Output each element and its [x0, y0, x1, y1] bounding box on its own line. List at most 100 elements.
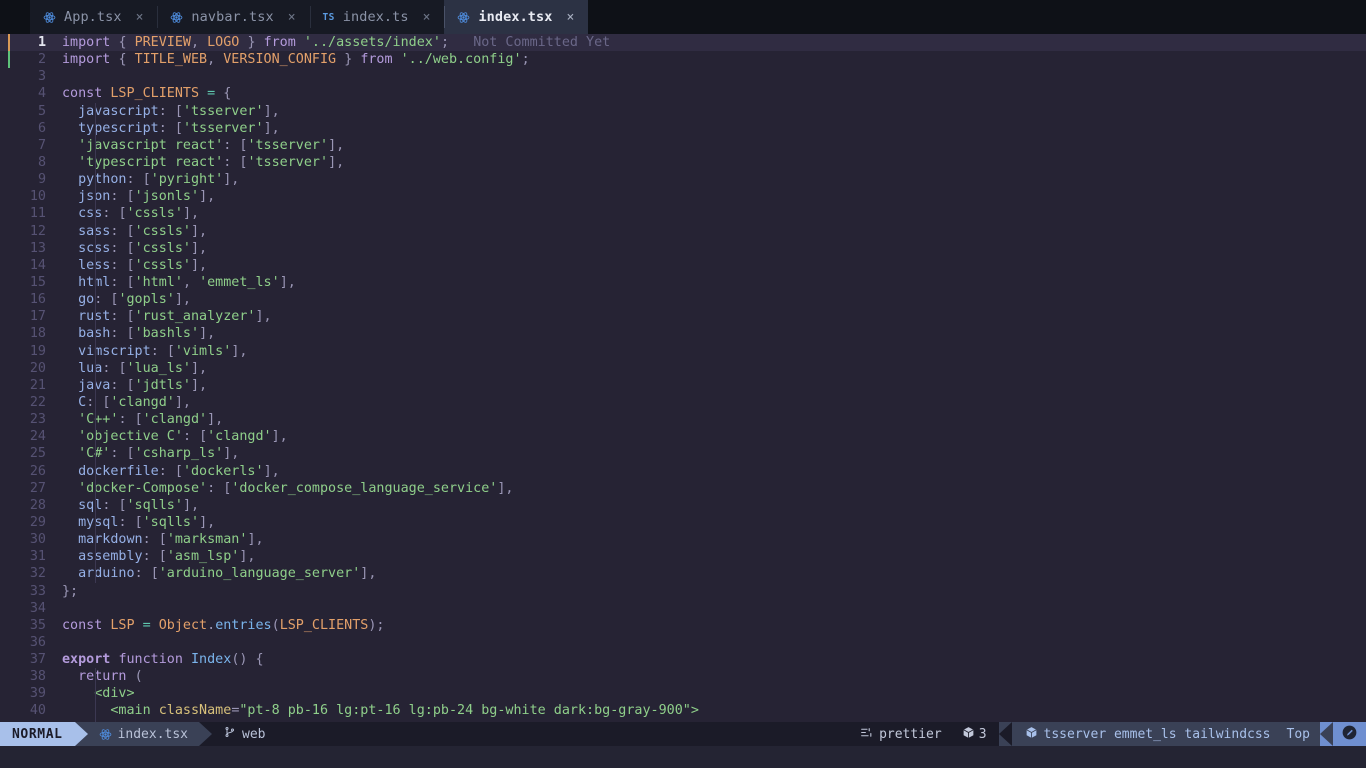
token: [: [118, 497, 127, 513]
indent-guide: [95, 428, 96, 446]
code-line[interactable]: 25 'C#': ['csharp_ls'],: [0, 445, 1366, 463]
token: :: [158, 120, 175, 136]
code-line[interactable]: 36: [0, 634, 1366, 651]
code-line[interactable]: 33};: [0, 583, 1366, 600]
editor-buffer[interactable]: 1 import { PREVIEW, LOGO } from '../asset…: [0, 34, 1366, 722]
code-line[interactable]: 13 scss: ['cssls'],: [0, 239, 1366, 257]
token: assembly: [78, 549, 143, 565]
code-line[interactable]: 4 const LSP_CLIENTS = {: [0, 85, 1366, 102]
powerline-arrow-1: [74, 722, 88, 746]
code-line[interactable]: 39 <div>: [0, 685, 1366, 703]
line-number: 4: [37, 86, 46, 102]
code-line[interactable]: 11 css: ['cssls'],: [0, 205, 1366, 223]
code-line[interactable]: 38 return (: [0, 668, 1366, 686]
token: export: [62, 652, 111, 668]
token: LSP_CLIENTS: [110, 86, 200, 102]
line-content: json: ['jsonls'],: [46, 188, 1366, 206]
token: .: [207, 617, 216, 633]
statusline-end-badge: [1333, 722, 1366, 746]
tab-navbar-tsx[interactable]: navbar.tsx ×: [157, 0, 310, 34]
line-content: scss: ['cssls'],: [46, 239, 1366, 257]
position-label: Top: [1286, 726, 1310, 742]
code-line[interactable]: 17 rust: ['rust_analyzer'],: [0, 308, 1366, 326]
line-content: css: ['cssls'],: [46, 205, 1366, 223]
code-line[interactable]: 20 lua: ['lua_ls'],: [0, 359, 1366, 377]
code-line[interactable]: 40 <main className="pt-8 pb-16 lg:pt-16 …: [0, 702, 1366, 720]
line-number: 36: [29, 634, 46, 650]
code-line[interactable]: 10 json: ['jsonls'],: [0, 188, 1366, 206]
token: 'pyright': [150, 172, 224, 188]
code-line[interactable]: 34: [0, 600, 1366, 617]
code-line[interactable]: 29 mysql: ['sqlls'],: [0, 513, 1366, 532]
code-line[interactable]: 8 'typescript react': ['tsserver'],: [0, 153, 1366, 172]
code-line[interactable]: 15 html: ['html', 'emmet_ls'],: [0, 273, 1366, 292]
code-line[interactable]: 32 arduino: ['arduino_language_server'],: [0, 565, 1366, 583]
code-line[interactable]: 1 import { PREVIEW, LOGO } from '../asset…: [0, 34, 1366, 52]
sign-column: [0, 531, 20, 548]
sign-column: [0, 480, 20, 497]
sign-column: [0, 565, 20, 582]
code-line[interactable]: 28 sql: ['sqlls'],: [0, 496, 1366, 514]
indent-guide: [95, 376, 96, 394]
code-line[interactable]: 21 java: ['jdtls'],: [0, 376, 1366, 394]
line-content: 'objective C': ['clangd'],: [46, 428, 1366, 446]
code-line[interactable]: 3: [0, 68, 1366, 85]
token: ],: [263, 103, 280, 119]
code-line[interactable]: 19 vimscript: ['vimls'],: [0, 342, 1366, 360]
token: ],: [199, 514, 216, 530]
tab-index-ts[interactable]: TS index.ts ×: [309, 0, 445, 34]
code-line[interactable]: 41 <div className="flex justify-between …: [0, 719, 1366, 722]
sign-column: [0, 68, 20, 85]
code-line[interactable]: 24 'objective C': ['clangd'],: [0, 428, 1366, 446]
code-line[interactable]: 30 markdown: ['marksman'],: [0, 531, 1366, 549]
close-icon[interactable]: ×: [136, 10, 144, 25]
code-line[interactable]: 5 javascript: ['tsserver'],: [0, 102, 1366, 120]
token: [: [126, 189, 135, 205]
code-line[interactable]: 7 'javascript react': ['tsserver'],: [0, 136, 1366, 154]
code-line[interactable]: 27 'docker-Compose': ['docker_compose_la…: [0, 479, 1366, 497]
line-content: bash: ['bashls'],: [46, 325, 1366, 343]
token: ,: [182, 274, 200, 290]
sign-column: [0, 548, 20, 565]
code-line[interactable]: 31 assembly: ['asm_lsp'],: [0, 548, 1366, 566]
tab-App-tsx[interactable]: App.tsx ×: [30, 0, 158, 34]
token: :: [102, 206, 119, 222]
token: LSP_CLIENTS: [279, 617, 369, 633]
sign-column: [0, 308, 20, 325]
token: mysql: [78, 514, 119, 530]
code-line[interactable]: 35 const LSP = Object.entries(LSP_CLIENTS…: [0, 617, 1366, 634]
code-line[interactable]: 16 go: ['gopls'],: [0, 291, 1366, 309]
line-content: mysql: ['sqlls'],: [46, 513, 1366, 532]
code-line[interactable]: 12 sass: ['cssls'],: [0, 222, 1366, 240]
close-icon[interactable]: ×: [423, 10, 431, 25]
line-number: 11: [29, 206, 46, 222]
tab-index-tsx[interactable]: index.tsx ×: [444, 0, 589, 34]
code-line[interactable]: 23 'C++': ['clangd'],: [0, 411, 1366, 429]
close-icon[interactable]: ×: [288, 10, 296, 25]
sign-column: [0, 171, 20, 188]
line-number: 14: [29, 257, 46, 273]
code-line[interactable]: 6 typescript: ['tsserver'],: [0, 119, 1366, 137]
close-icon[interactable]: ×: [567, 10, 575, 25]
token: ,: [191, 35, 200, 50]
sign-column: [0, 257, 20, 274]
sign-column: [0, 514, 20, 531]
token: :: [223, 154, 240, 170]
code-line[interactable]: 2 import { TITLE_WEB, VERSION_CONFIG } fr…: [0, 51, 1366, 69]
indent-guide: [95, 479, 96, 497]
code-line[interactable]: 14 less: ['cssls'],: [0, 256, 1366, 274]
statusline-filename: index.tsx: [117, 726, 189, 742]
code-line[interactable]: 9 python: ['pyright'],: [0, 171, 1366, 189]
token: [: [174, 120, 183, 136]
line-number: 12: [29, 223, 46, 239]
code-line[interactable]: 22 C: ['clangd'],: [0, 393, 1366, 412]
sign-column: [0, 240, 20, 257]
code-line[interactable]: 26 dockerfile: ['dockerls'],: [0, 462, 1366, 480]
token: ],: [223, 172, 240, 188]
code-line[interactable]: 37 export function Index() {: [0, 651, 1366, 668]
code-line[interactable]: 18 bash: ['bashls'],: [0, 325, 1366, 343]
